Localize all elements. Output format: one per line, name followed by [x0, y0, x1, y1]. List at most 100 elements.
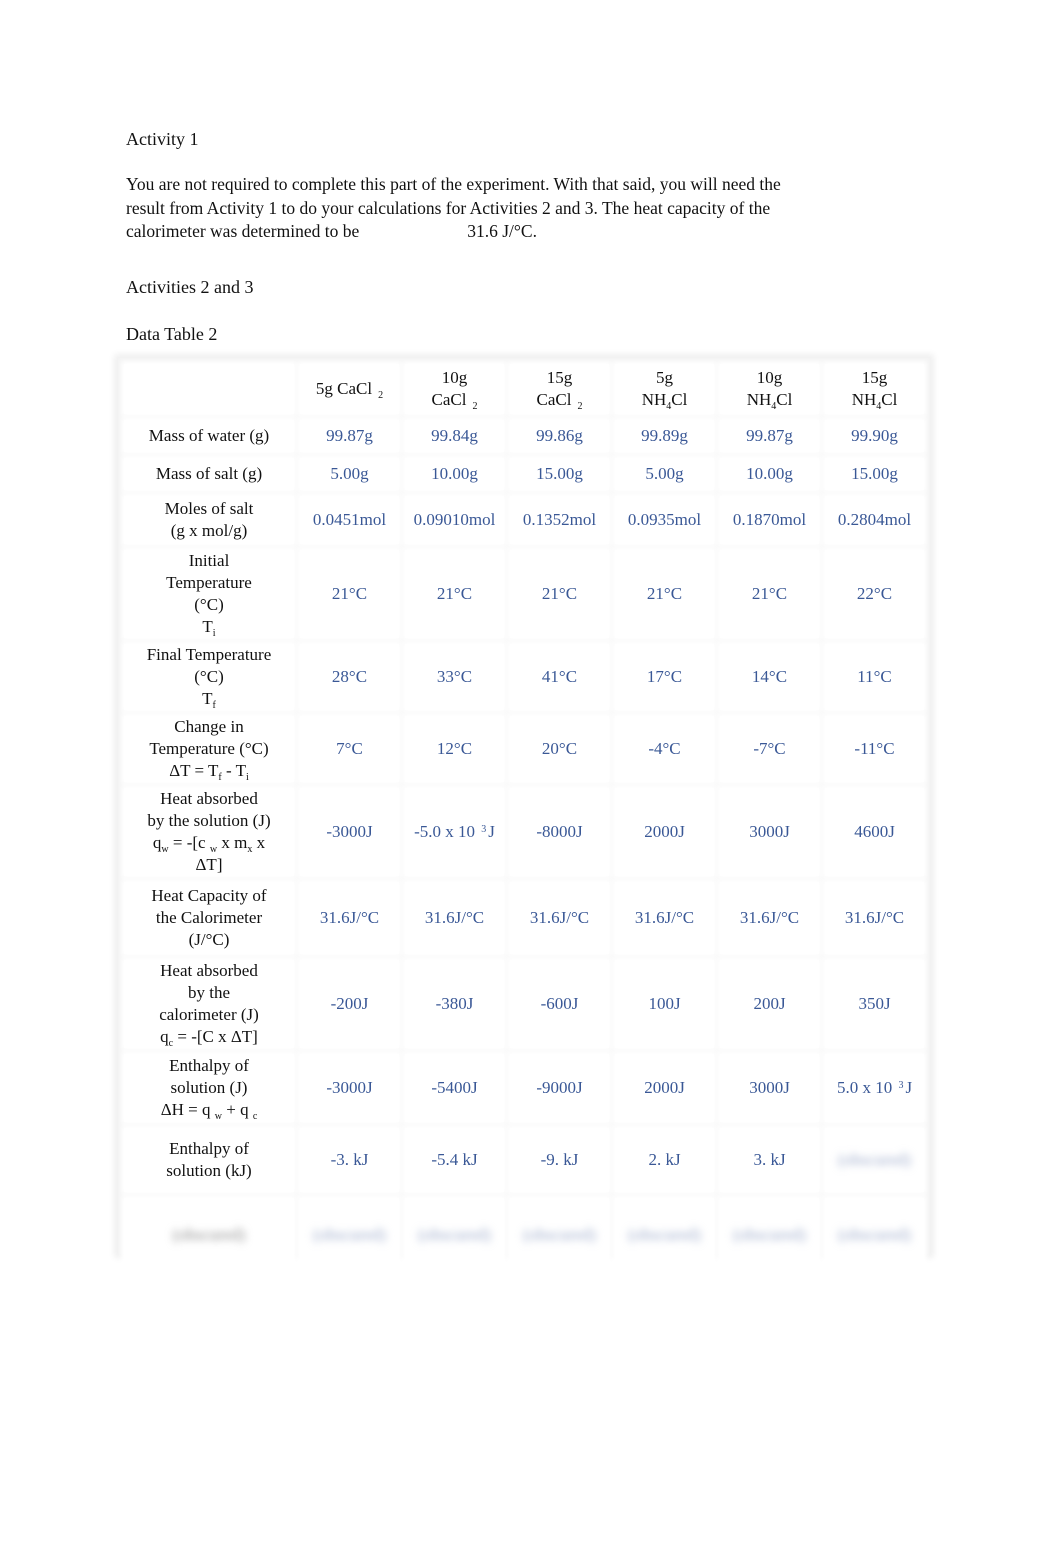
obscured-cell: (obscured)	[405, 1198, 504, 1272]
table-row-obscured: (obscured) (obscured) (obscured) (obscur…	[124, 1198, 924, 1272]
table-cell: -9. kJ	[510, 1128, 609, 1192]
obscured-cell: (obscured)	[720, 1198, 819, 1272]
row-label: Mass of salt (g)	[124, 458, 294, 490]
table-cell: 99.90g	[825, 420, 924, 452]
table-cell: 21°C	[510, 550, 609, 638]
row-label: Initial Temperature (°C) Ti	[124, 550, 294, 639]
table-cell: 31.6J/°C	[720, 882, 819, 954]
row-label: Change in Temperature (°C) ΔT = Tf - Ti	[124, 716, 294, 783]
row-label: Moles of salt (g x mol/g)	[124, 496, 294, 544]
obscured-cell: (obscured)	[825, 1128, 924, 1192]
table-cell: -5.4 kJ	[405, 1128, 504, 1192]
heat-capacity-value: 31.6 J/°C.	[467, 221, 537, 241]
table-cell: 21°C	[300, 550, 399, 638]
table-cell: -5.0 x 10 3J	[405, 788, 504, 876]
table-cell: 0.0451mol	[300, 496, 399, 544]
table-cell: 99.89g	[615, 420, 714, 452]
column-header: 10g CaCl 2	[405, 364, 504, 414]
table-cell: 15.00g	[825, 458, 924, 490]
table-cell: 99.86g	[510, 420, 609, 452]
table-cell: 5.00g	[300, 458, 399, 490]
intro-paragraph: You are not required to complete this pa…	[126, 173, 806, 244]
column-header: 10g NH4Cl	[720, 364, 819, 414]
row-label: Heat absorbed by the solution (J) qw = -[c…	[124, 788, 294, 876]
table-cell: 0.09010mol	[405, 496, 504, 544]
heading-activities-2-3: Activities 2 and 3	[126, 277, 254, 297]
table-cell: -380J	[405, 960, 504, 1048]
table-cell: 0.0935mol	[615, 496, 714, 544]
table-cell: 31.6J/°C	[615, 882, 714, 954]
table-cell: -3000J	[300, 788, 399, 876]
table-cell: 31.6J/°C	[825, 882, 924, 954]
table-cell: 31.6J/°C	[300, 882, 399, 954]
table-cell: 3. kJ	[720, 1128, 819, 1192]
table-cell: 350J	[825, 960, 924, 1048]
table-cell: -4°C	[615, 716, 714, 782]
table-cell: -11°C	[825, 716, 924, 782]
table-row: Change in Temperature (°C) ΔT = Tf - Ti 7°…	[124, 716, 924, 783]
row-label: Enthalpy of solution (kJ)	[124, 1128, 294, 1192]
table-cell: 33°C	[405, 644, 504, 710]
table-cell: 200J	[720, 960, 819, 1048]
table-cell: 2. kJ	[615, 1128, 714, 1192]
row-label: Heat absorbed by the calorimeter (J) qc = -…	[124, 960, 294, 1049]
table-row: Enthalpy of solution (J) ΔH = q w + q c -3…	[124, 1054, 924, 1122]
table-cell: 99.87g	[300, 420, 399, 452]
obscured-cell: (obscured)	[615, 1198, 714, 1272]
row-label: Enthalpy of solution (J) ΔH = q w + q c	[124, 1054, 294, 1122]
table-cell: 3000J	[720, 1054, 819, 1122]
table-row: Moles of salt (g x mol/g) 0.0451mol 0.090…	[124, 496, 924, 544]
intro-text: You are not required to complete this pa…	[126, 174, 781, 241]
table-cell: -600J	[510, 960, 609, 1048]
table-cell: 21°C	[720, 550, 819, 638]
table-cell: 31.6J/°C	[510, 882, 609, 954]
table-row: Heat absorbed by the solution (J) qw = -[c…	[124, 788, 924, 876]
heading-activity-1: Activity 1	[126, 129, 199, 149]
table-cell: 2000J	[615, 788, 714, 876]
table-cell: 99.87g	[720, 420, 819, 452]
table-cell: 3000J	[720, 788, 819, 876]
table-cell: 2000J	[615, 1054, 714, 1122]
table-row: Heat Capacity of the Calorimeter (J/°C) 31…	[124, 882, 924, 954]
table-cell: -9000J	[510, 1054, 609, 1122]
data-table-2: 5g CaCl 2 10g CaCl 2 15g CaCl 2 5g NH4Cl 10g NH…	[118, 358, 930, 1272]
table-cell: 17°C	[615, 644, 714, 710]
column-header: 5g CaCl 2	[300, 364, 399, 414]
header-blank-cell	[124, 364, 294, 414]
table-cell: 4600J	[825, 788, 924, 876]
table-cell: 100J	[615, 960, 714, 1048]
table-row: Mass of salt (g) 5.00g 10.00g 15.00g 5.0…	[124, 458, 924, 490]
column-header: 5g NH4Cl	[615, 364, 714, 414]
table-cell: 7°C	[300, 716, 399, 782]
table-cell: 41°C	[510, 644, 609, 710]
column-header: 15g NH4Cl	[825, 364, 924, 414]
table-cell: 20°C	[510, 716, 609, 782]
table-cell: -3. kJ	[300, 1128, 399, 1192]
table-cell: 15.00g	[510, 458, 609, 490]
table-cell: 14°C	[720, 644, 819, 710]
row-label: Heat Capacity of the Calorimeter (J/°C)	[124, 882, 294, 954]
table-cell: 22°C	[825, 550, 924, 638]
column-header: 15g CaCl 2	[510, 364, 609, 414]
table-row: Enthalpy of solution (kJ) -3. kJ -5.4 kJ …	[124, 1128, 924, 1192]
table-row: Initial Temperature (°C) Ti 21°C 21°C 21°C …	[124, 550, 924, 639]
obscured-cell: (obscured)	[510, 1198, 609, 1272]
table-cell: 11°C	[825, 644, 924, 710]
table-cell: 5.0 x 10 3J	[825, 1054, 924, 1122]
heading-data-table-2: Data Table 2	[126, 324, 218, 344]
row-label: Final Temperature (°C) Tf	[124, 644, 294, 711]
table-cell: 99.84g	[405, 420, 504, 452]
table-cell: -8000J	[510, 788, 609, 876]
table-cell: -200J	[300, 960, 399, 1048]
table-cell: 0.2804mol	[825, 496, 924, 544]
obscured-row-label: (obscured)	[124, 1198, 294, 1272]
row-label: Mass of water (g)	[124, 420, 294, 452]
table-header-row: 5g CaCl 2 10g CaCl 2 15g CaCl 2 5g NH4Cl 10g NH…	[124, 364, 924, 414]
table-cell: 10.00g	[720, 458, 819, 490]
table-cell: -5400J	[405, 1054, 504, 1122]
table-cell: 0.1352mol	[510, 496, 609, 544]
table-cell: 12°C	[405, 716, 504, 782]
obscured-cell: (obscured)	[825, 1198, 924, 1272]
table-cell: -3000J	[300, 1054, 399, 1122]
table-row: Mass of water (g) 99.87g 99.84g 99.86g 9…	[124, 420, 924, 452]
